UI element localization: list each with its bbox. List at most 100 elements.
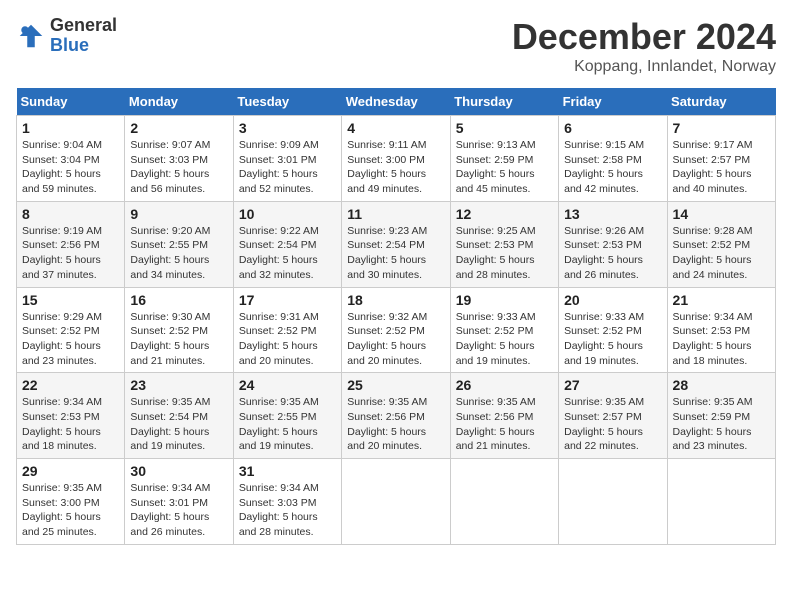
week-row-2: 8Sunrise: 9:19 AMSunset: 2:56 PMDaylight… bbox=[17, 201, 776, 287]
day-detail: Sunrise: 9:26 AMSunset: 2:53 PMDaylight:… bbox=[564, 224, 661, 283]
day-detail: Sunrise: 9:35 AMSunset: 2:56 PMDaylight:… bbox=[456, 395, 553, 454]
calendar-cell: 24 Sunrise: 9:35 AMSunset: 2:55 PMDayligh… bbox=[233, 373, 341, 459]
calendar-cell: 15Sunrise: 9:29 AMSunset: 2:52 PMDayligh… bbox=[17, 287, 125, 373]
day-number: 17 bbox=[239, 292, 336, 308]
day-number: 22 bbox=[22, 377, 119, 393]
day-detail: Sunrise: 9:35 AMSunset: 2:55 PMDaylight:… bbox=[239, 395, 336, 454]
day-detail: Sunrise: 9:04 AMSunset: 3:04 PMDaylight:… bbox=[22, 138, 119, 197]
day-number: 13 bbox=[564, 206, 661, 222]
day-detail: Sunrise: 9:22 AMSunset: 2:54 PMDaylight:… bbox=[239, 224, 336, 283]
day-detail: Sunrise: 9:34 AMSunset: 3:03 PMDaylight:… bbox=[239, 481, 336, 540]
day-number: 1 bbox=[22, 120, 119, 136]
logo-general-text: General bbox=[50, 16, 117, 36]
calendar-cell: 18Sunrise: 9:32 AMSunset: 2:52 PMDayligh… bbox=[342, 287, 450, 373]
calendar-cell: 8Sunrise: 9:19 AMSunset: 2:56 PMDaylight… bbox=[17, 201, 125, 287]
calendar-cell: 20 Sunrise: 9:33 AMSunset: 2:52 PMDayligh… bbox=[559, 287, 667, 373]
day-detail: Sunrise: 9:07 AMSunset: 3:03 PMDaylight:… bbox=[130, 138, 227, 197]
weekday-header-sunday: Sunday bbox=[17, 88, 125, 116]
calendar-cell bbox=[450, 459, 558, 545]
day-number: 7 bbox=[673, 120, 770, 136]
week-row-4: 22 Sunrise: 9:34 AMSunset: 2:53 PMDayligh… bbox=[17, 373, 776, 459]
day-number: 30 bbox=[130, 463, 227, 479]
week-row-5: 29Sunrise: 9:35 AMSunset: 3:00 PMDayligh… bbox=[17, 459, 776, 545]
day-number: 23 bbox=[130, 377, 227, 393]
day-detail: Sunrise: 9:30 AMSunset: 2:52 PMDaylight:… bbox=[130, 310, 227, 369]
calendar-cell: 14 Sunrise: 9:28 AMSunset: 2:52 PMDayligh… bbox=[667, 201, 775, 287]
day-detail: Sunrise: 9:33 AMSunset: 2:52 PMDaylight:… bbox=[456, 310, 553, 369]
month-title: December 2024 bbox=[512, 16, 776, 58]
day-number: 26 bbox=[456, 377, 553, 393]
day-detail: Sunrise: 9:34 AMSunset: 2:53 PMDaylight:… bbox=[22, 395, 119, 454]
calendar-cell: 6 Sunrise: 9:15 AMSunset: 2:58 PMDaylight… bbox=[559, 116, 667, 202]
week-row-1: 1 Sunrise: 9:04 AMSunset: 3:04 PMDaylight… bbox=[17, 116, 776, 202]
calendar-cell: 16 Sunrise: 9:30 AMSunset: 2:52 PMDayligh… bbox=[125, 287, 233, 373]
weekday-header-friday: Friday bbox=[559, 88, 667, 116]
calendar-cell: 7 Sunrise: 9:17 AMSunset: 2:57 PMDaylight… bbox=[667, 116, 775, 202]
day-detail: Sunrise: 9:35 AMSunset: 2:56 PMDaylight:… bbox=[347, 395, 444, 454]
day-detail: Sunrise: 9:17 AMSunset: 2:57 PMDaylight:… bbox=[673, 138, 770, 197]
weekday-header-monday: Monday bbox=[125, 88, 233, 116]
day-detail: Sunrise: 9:25 AMSunset: 2:53 PMDaylight:… bbox=[456, 224, 553, 283]
calendar-cell: 25 Sunrise: 9:35 AMSunset: 2:56 PMDayligh… bbox=[342, 373, 450, 459]
day-number: 10 bbox=[239, 206, 336, 222]
day-detail: Sunrise: 9:34 AMSunset: 2:53 PMDaylight:… bbox=[673, 310, 770, 369]
calendar-cell: 2 Sunrise: 9:07 AMSunset: 3:03 PMDaylight… bbox=[125, 116, 233, 202]
calendar-cell bbox=[559, 459, 667, 545]
calendar-cell: 1 Sunrise: 9:04 AMSunset: 3:04 PMDaylight… bbox=[17, 116, 125, 202]
calendar-cell: 30 Sunrise: 9:34 AMSunset: 3:01 PMDayligh… bbox=[125, 459, 233, 545]
title-area: December 2024 Koppang, Innlandet, Norway bbox=[512, 16, 776, 76]
calendar-cell: 10 Sunrise: 9:22 AMSunset: 2:54 PMDayligh… bbox=[233, 201, 341, 287]
day-number: 20 bbox=[564, 292, 661, 308]
day-number: 14 bbox=[673, 206, 770, 222]
calendar: SundayMondayTuesdayWednesdayThursdayFrid… bbox=[16, 88, 776, 545]
day-detail: Sunrise: 9:19 AMSunset: 2:56 PMDaylight:… bbox=[22, 224, 119, 283]
day-number: 2 bbox=[130, 120, 227, 136]
day-number: 15 bbox=[22, 292, 119, 308]
day-number: 16 bbox=[130, 292, 227, 308]
day-detail: Sunrise: 9:15 AMSunset: 2:58 PMDaylight:… bbox=[564, 138, 661, 197]
day-detail: Sunrise: 9:28 AMSunset: 2:52 PMDaylight:… bbox=[673, 224, 770, 283]
location-title: Koppang, Innlandet, Norway bbox=[512, 58, 776, 76]
calendar-cell: 22 Sunrise: 9:34 AMSunset: 2:53 PMDayligh… bbox=[17, 373, 125, 459]
day-number: 31 bbox=[239, 463, 336, 479]
day-detail: Sunrise: 9:23 AMSunset: 2:54 PMDaylight:… bbox=[347, 224, 444, 283]
day-number: 27 bbox=[564, 377, 661, 393]
calendar-cell bbox=[342, 459, 450, 545]
day-number: 9 bbox=[130, 206, 227, 222]
logo-icon bbox=[16, 21, 46, 51]
day-detail: Sunrise: 9:35 AMSunset: 2:59 PMDaylight:… bbox=[673, 395, 770, 454]
calendar-cell: 4Sunrise: 9:11 AMSunset: 3:00 PMDaylight… bbox=[342, 116, 450, 202]
weekday-header-saturday: Saturday bbox=[667, 88, 775, 116]
calendar-cell: 26 Sunrise: 9:35 AMSunset: 2:56 PMDayligh… bbox=[450, 373, 558, 459]
calendar-cell: 17Sunrise: 9:31 AMSunset: 2:52 PMDayligh… bbox=[233, 287, 341, 373]
day-detail: Sunrise: 9:33 AMSunset: 2:52 PMDaylight:… bbox=[564, 310, 661, 369]
day-detail: Sunrise: 9:20 AMSunset: 2:55 PMDaylight:… bbox=[130, 224, 227, 283]
day-detail: Sunrise: 9:35 AMSunset: 2:54 PMDaylight:… bbox=[130, 395, 227, 454]
calendar-cell: 31 Sunrise: 9:34 AMSunset: 3:03 PMDayligh… bbox=[233, 459, 341, 545]
calendar-cell: 23 Sunrise: 9:35 AMSunset: 2:54 PMDayligh… bbox=[125, 373, 233, 459]
day-number: 24 bbox=[239, 377, 336, 393]
day-number: 6 bbox=[564, 120, 661, 136]
header: General Blue December 2024 Koppang, Innl… bbox=[16, 16, 776, 76]
day-detail: Sunrise: 9:34 AMSunset: 3:01 PMDaylight:… bbox=[130, 481, 227, 540]
day-number: 19 bbox=[456, 292, 553, 308]
calendar-cell: 12 Sunrise: 9:25 AMSunset: 2:53 PMDayligh… bbox=[450, 201, 558, 287]
calendar-cell: 29Sunrise: 9:35 AMSunset: 3:00 PMDayligh… bbox=[17, 459, 125, 545]
calendar-cell: 19 Sunrise: 9:33 AMSunset: 2:52 PMDayligh… bbox=[450, 287, 558, 373]
day-number: 25 bbox=[347, 377, 444, 393]
weekday-header-thursday: Thursday bbox=[450, 88, 558, 116]
calendar-cell bbox=[667, 459, 775, 545]
day-detail: Sunrise: 9:35 AMSunset: 3:00 PMDaylight:… bbox=[22, 481, 119, 540]
calendar-cell: 11Sunrise: 9:23 AMSunset: 2:54 PMDayligh… bbox=[342, 201, 450, 287]
day-detail: Sunrise: 9:11 AMSunset: 3:00 PMDaylight:… bbox=[347, 138, 444, 197]
day-number: 21 bbox=[673, 292, 770, 308]
day-number: 12 bbox=[456, 206, 553, 222]
week-row-3: 15Sunrise: 9:29 AMSunset: 2:52 PMDayligh… bbox=[17, 287, 776, 373]
weekday-header-row: SundayMondayTuesdayWednesdayThursdayFrid… bbox=[17, 88, 776, 116]
calendar-cell: 9 Sunrise: 9:20 AMSunset: 2:55 PMDaylight… bbox=[125, 201, 233, 287]
calendar-cell: 13 Sunrise: 9:26 AMSunset: 2:53 PMDayligh… bbox=[559, 201, 667, 287]
day-detail: Sunrise: 9:35 AMSunset: 2:57 PMDaylight:… bbox=[564, 395, 661, 454]
day-number: 5 bbox=[456, 120, 553, 136]
day-detail: Sunrise: 9:13 AMSunset: 2:59 PMDaylight:… bbox=[456, 138, 553, 197]
logo: General Blue bbox=[16, 16, 117, 56]
